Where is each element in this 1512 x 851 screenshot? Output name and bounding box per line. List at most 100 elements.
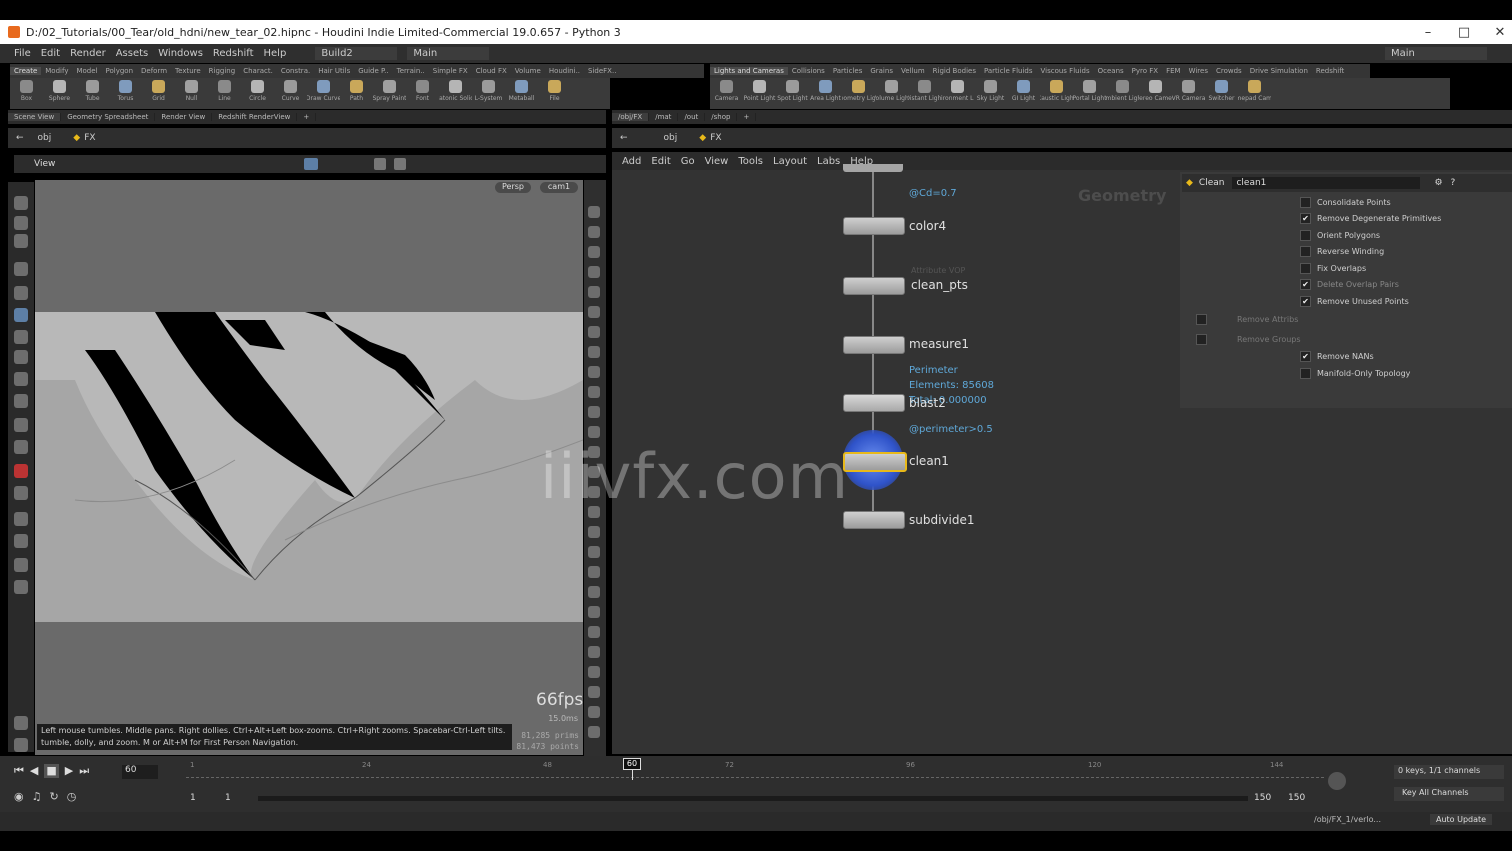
- node-clean1[interactable]: [843, 452, 907, 472]
- current-frame-field[interactable]: 60: [122, 765, 158, 779]
- node-color4-label[interactable]: color4: [909, 219, 946, 233]
- display-option-icon[interactable]: [588, 346, 600, 358]
- menu-edit[interactable]: Edit: [41, 48, 60, 59]
- display-option-icon[interactable]: [588, 306, 600, 318]
- shelf-tool[interactable]: Stereo Camera: [1139, 78, 1172, 109]
- snapshot-icon[interactable]: [374, 158, 386, 170]
- shelf-tool[interactable]: Font: [406, 78, 439, 109]
- tab-shop[interactable]: /shop: [705, 113, 738, 121]
- shelf-right-tab[interactable]: Lights and Cameras: [710, 67, 788, 75]
- viewport-tool-icon[interactable]: [14, 440, 28, 454]
- viewport-tool-icon[interactable]: [14, 580, 28, 594]
- net-menu-layout[interactable]: Layout: [773, 156, 807, 167]
- param-checkbox[interactable]: [1300, 230, 1311, 241]
- shelf-tool[interactable]: VR Camera: [1172, 78, 1205, 109]
- net-menu-go[interactable]: Go: [681, 156, 695, 167]
- shelf-right-tab[interactable]: Vellum: [897, 67, 929, 75]
- tab-scene-view[interactable]: Scene View: [8, 113, 62, 121]
- display-option-icon[interactable]: [588, 326, 600, 338]
- shelf-right-tab[interactable]: Grains: [866, 67, 897, 75]
- camera-icon[interactable]: [394, 158, 406, 170]
- shelf-left-tab[interactable]: Hair Utils: [314, 67, 354, 75]
- play-icon[interactable]: ▶: [65, 764, 73, 778]
- shelf-tool[interactable]: Torus: [109, 78, 142, 109]
- menu-windows[interactable]: Windows: [158, 48, 203, 59]
- display-option-icon[interactable]: [588, 686, 600, 698]
- shelf-left-tab[interactable]: Rigging: [205, 67, 240, 75]
- shelf-tool[interactable]: Caustic Light: [1040, 78, 1073, 109]
- node-measure1[interactable]: [843, 336, 905, 354]
- param-option-row[interactable]: Fix Overlaps: [1300, 263, 1366, 274]
- param-option-row[interactable]: Remove Groups: [1196, 334, 1301, 345]
- range-end-2[interactable]: 150: [1288, 793, 1305, 803]
- display-option-icon[interactable]: [588, 666, 600, 678]
- clock-icon[interactable]: ◷: [67, 790, 77, 803]
- back-icon[interactable]: ←: [620, 133, 628, 143]
- viewport-tool-icon[interactable]: [14, 464, 28, 478]
- shelf-left-tab[interactable]: Simple FX: [429, 67, 472, 75]
- tab-redshift-renderview[interactable]: Redshift RenderView: [212, 113, 298, 121]
- shelf-left-tab[interactable]: Deform: [137, 67, 171, 75]
- param-option-row[interactable]: ✔ Remove Degenerate Primitives: [1300, 213, 1441, 224]
- range-end[interactable]: 150: [1254, 793, 1271, 803]
- display-options-icon[interactable]: [304, 158, 318, 170]
- display-option-icon[interactable]: [588, 546, 600, 558]
- close-icon[interactable]: ✕: [1482, 20, 1512, 44]
- menu-render[interactable]: Render: [70, 48, 106, 59]
- shelf-tool[interactable]: Switcher: [1205, 78, 1238, 109]
- display-option-icon[interactable]: [588, 266, 600, 278]
- param-option-row[interactable]: Manifold-Only Topology: [1300, 368, 1410, 379]
- jump-end-icon[interactable]: ⏭: [79, 764, 89, 778]
- param-checkbox[interactable]: ✔: [1300, 351, 1311, 362]
- jump-start-icon[interactable]: ⏮: [14, 764, 24, 778]
- node-clean1-label[interactable]: clean1: [909, 454, 949, 468]
- viewport-tool-icon[interactable]: [14, 216, 28, 230]
- shelf-tool[interactable]: Sphere: [43, 78, 76, 109]
- auto-update-button[interactable]: Auto Update: [1430, 814, 1493, 825]
- display-option-icon[interactable]: [588, 246, 600, 258]
- shelf-left-tab[interactable]: Modify: [41, 67, 72, 75]
- display-option-icon[interactable]: [588, 226, 600, 238]
- net-menu-labs[interactable]: Labs: [817, 156, 840, 167]
- shelf-left-tab[interactable]: Terrain..: [393, 67, 429, 75]
- shelf-left-tab[interactable]: Texture: [171, 67, 205, 75]
- 3d-viewport[interactable]: Persp cam1: [35, 180, 583, 755]
- param-checkbox[interactable]: ✔: [1300, 213, 1311, 224]
- shelf-left-tab[interactable]: Polygon: [102, 67, 138, 75]
- shelf-tool[interactable]: Tube: [76, 78, 109, 109]
- add-tab-icon[interactable]: +: [297, 113, 317, 121]
- display-option-icon[interactable]: [588, 406, 600, 418]
- desktop-selector[interactable]: Build2: [315, 47, 398, 60]
- param-checkbox[interactable]: ✔: [1300, 279, 1311, 290]
- param-option-row[interactable]: Reverse Winding: [1300, 246, 1384, 257]
- menu-assets[interactable]: Assets: [116, 48, 149, 59]
- param-option-row[interactable]: ✔ Remove NANs: [1300, 351, 1374, 362]
- stop-icon[interactable]: ■: [44, 764, 59, 778]
- display-option-icon[interactable]: [588, 646, 600, 658]
- key-all-channels-button[interactable]: Key All Channels: [1394, 787, 1504, 801]
- param-option-row[interactable]: Orient Polygons: [1300, 230, 1380, 241]
- param-checkbox[interactable]: [1196, 314, 1207, 325]
- path-fx[interactable]: FX: [84, 133, 95, 143]
- shelf-left-tab[interactable]: Guide P..: [354, 67, 392, 75]
- tab-mat[interactable]: /mat: [649, 113, 679, 121]
- param-option-row[interactable]: Consolidate Points: [1300, 197, 1391, 208]
- play-reverse-icon[interactable]: ◀: [30, 764, 38, 778]
- viewport-tool-icon[interactable]: [14, 418, 28, 432]
- shelf-tool[interactable]: Environment Light: [941, 78, 974, 109]
- viewport-tool-icon[interactable]: [14, 286, 28, 300]
- shelf-tool[interactable]: Ambient Light: [1106, 78, 1139, 109]
- menu-help[interactable]: Help: [264, 48, 287, 59]
- display-option-icon[interactable]: [588, 426, 600, 438]
- shelf-right-tab[interactable]: Particles: [829, 67, 867, 75]
- node-partial-above[interactable]: [843, 164, 903, 172]
- node-clean-pts-label[interactable]: clean_pts: [911, 278, 968, 292]
- viewport-tool-icon[interactable]: [14, 234, 28, 248]
- keys-channels-field[interactable]: 0 keys, 1/1 channels: [1394, 765, 1504, 779]
- param-checkbox[interactable]: [1300, 368, 1311, 379]
- auto-key-icon[interactable]: [1328, 772, 1346, 790]
- shelf-left-tab[interactable]: Create: [10, 67, 42, 75]
- add-tab-icon[interactable]: +: [737, 113, 757, 121]
- viewport-tool-icon[interactable]: [14, 512, 28, 526]
- range-slider[interactable]: [258, 796, 1248, 801]
